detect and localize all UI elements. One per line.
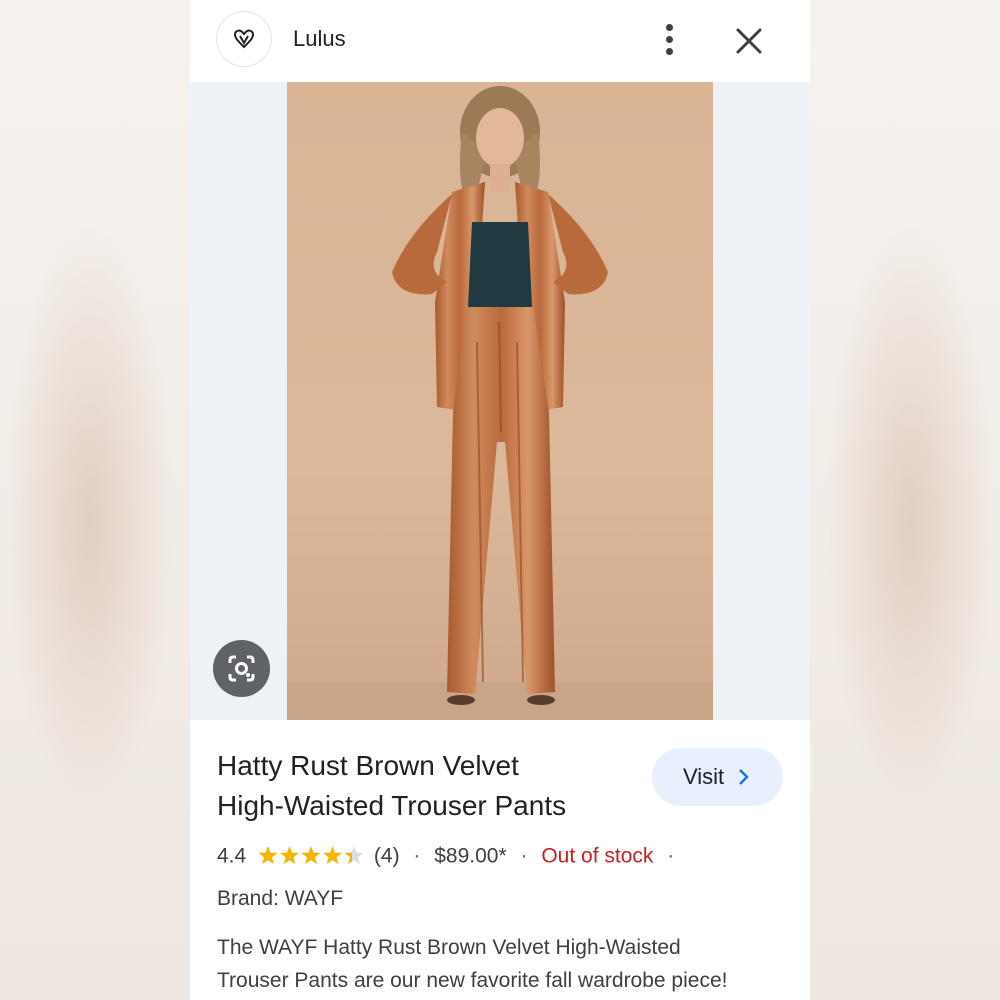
star-icon bbox=[323, 846, 343, 865]
stock-status: Out of stock bbox=[541, 844, 654, 868]
site-name: Lulus bbox=[293, 26, 346, 51]
heart-logo-icon bbox=[234, 29, 254, 49]
more-vert-icon-dot bbox=[666, 36, 673, 43]
google-lens-icon bbox=[228, 655, 255, 682]
product-meta: 4.4 (4) · $89.00* · Out of stock · bbox=[217, 844, 682, 868]
separator-dot: · bbox=[667, 844, 675, 868]
rating-stars bbox=[258, 846, 364, 865]
model-illustration bbox=[287, 86, 713, 720]
product-description: The WAYF Hatty Rust Brown Velvet High-Wa… bbox=[217, 931, 797, 997]
product-title[interactable]: Hatty Rust Brown Velvet High-Waisted Tro… bbox=[217, 746, 637, 826]
star-icon bbox=[344, 846, 364, 865]
review-count[interactable]: (4) bbox=[374, 844, 400, 867]
star-icon bbox=[301, 846, 321, 865]
separator-dot: · bbox=[520, 844, 528, 868]
star-icon bbox=[280, 846, 300, 865]
price: $89.00* bbox=[434, 844, 507, 868]
description-line: The WAYF Hatty Rust Brown Velvet High-Wa… bbox=[217, 936, 681, 959]
more-vert-icon-dot bbox=[666, 48, 673, 55]
more-vert-icon bbox=[666, 24, 673, 31]
site-logo[interactable] bbox=[217, 12, 271, 66]
more-options-button[interactable] bbox=[658, 22, 682, 58]
header: Lulus bbox=[190, 0, 810, 82]
close-button[interactable] bbox=[734, 26, 764, 56]
close-icon bbox=[736, 28, 762, 54]
star-icon bbox=[258, 846, 278, 865]
product-card: Lulus Hatty Rust Brown Velvet High-Waist… bbox=[190, 0, 810, 1000]
visit-button[interactable]: Visit bbox=[652, 748, 783, 806]
product-title-line: Hatty Rust Brown Velvet bbox=[217, 750, 519, 781]
brand-label: Brand: WAYF bbox=[217, 887, 344, 910]
product-photo[interactable] bbox=[287, 82, 713, 720]
separator-dot: · bbox=[413, 844, 421, 868]
description-line: Trouser Pants are our new favorite fall … bbox=[217, 969, 728, 992]
rating-value: 4.4 bbox=[217, 844, 247, 868]
google-lens-button[interactable] bbox=[213, 640, 270, 697]
product-title-line: High-Waisted Trouser Pants bbox=[217, 790, 567, 821]
image-area bbox=[190, 82, 810, 720]
chevron-right-icon bbox=[739, 769, 749, 785]
visit-label: Visit bbox=[683, 764, 725, 789]
